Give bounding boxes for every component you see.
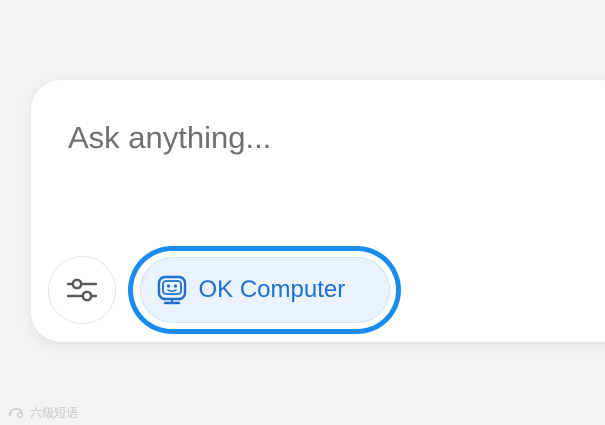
robot-face-icon — [155, 273, 189, 307]
sliders-icon — [65, 275, 99, 305]
ok-computer-label: OK Computer — [198, 276, 346, 303]
watermark-text: 六级短语 — [30, 406, 79, 420]
ok-computer-focus-ring: OK Computer — [128, 246, 401, 334]
watermark: 六级短语 — [8, 404, 78, 421]
settings-button[interactable] — [48, 256, 116, 324]
prompt-input[interactable] — [68, 116, 588, 160]
page: OK Computer 六级短语 — [0, 0, 605, 425]
chat-composer: OK Computer — [31, 80, 605, 342]
watermark-logo-icon — [8, 406, 26, 420]
ok-computer-button[interactable]: OK Computer — [139, 257, 390, 323]
